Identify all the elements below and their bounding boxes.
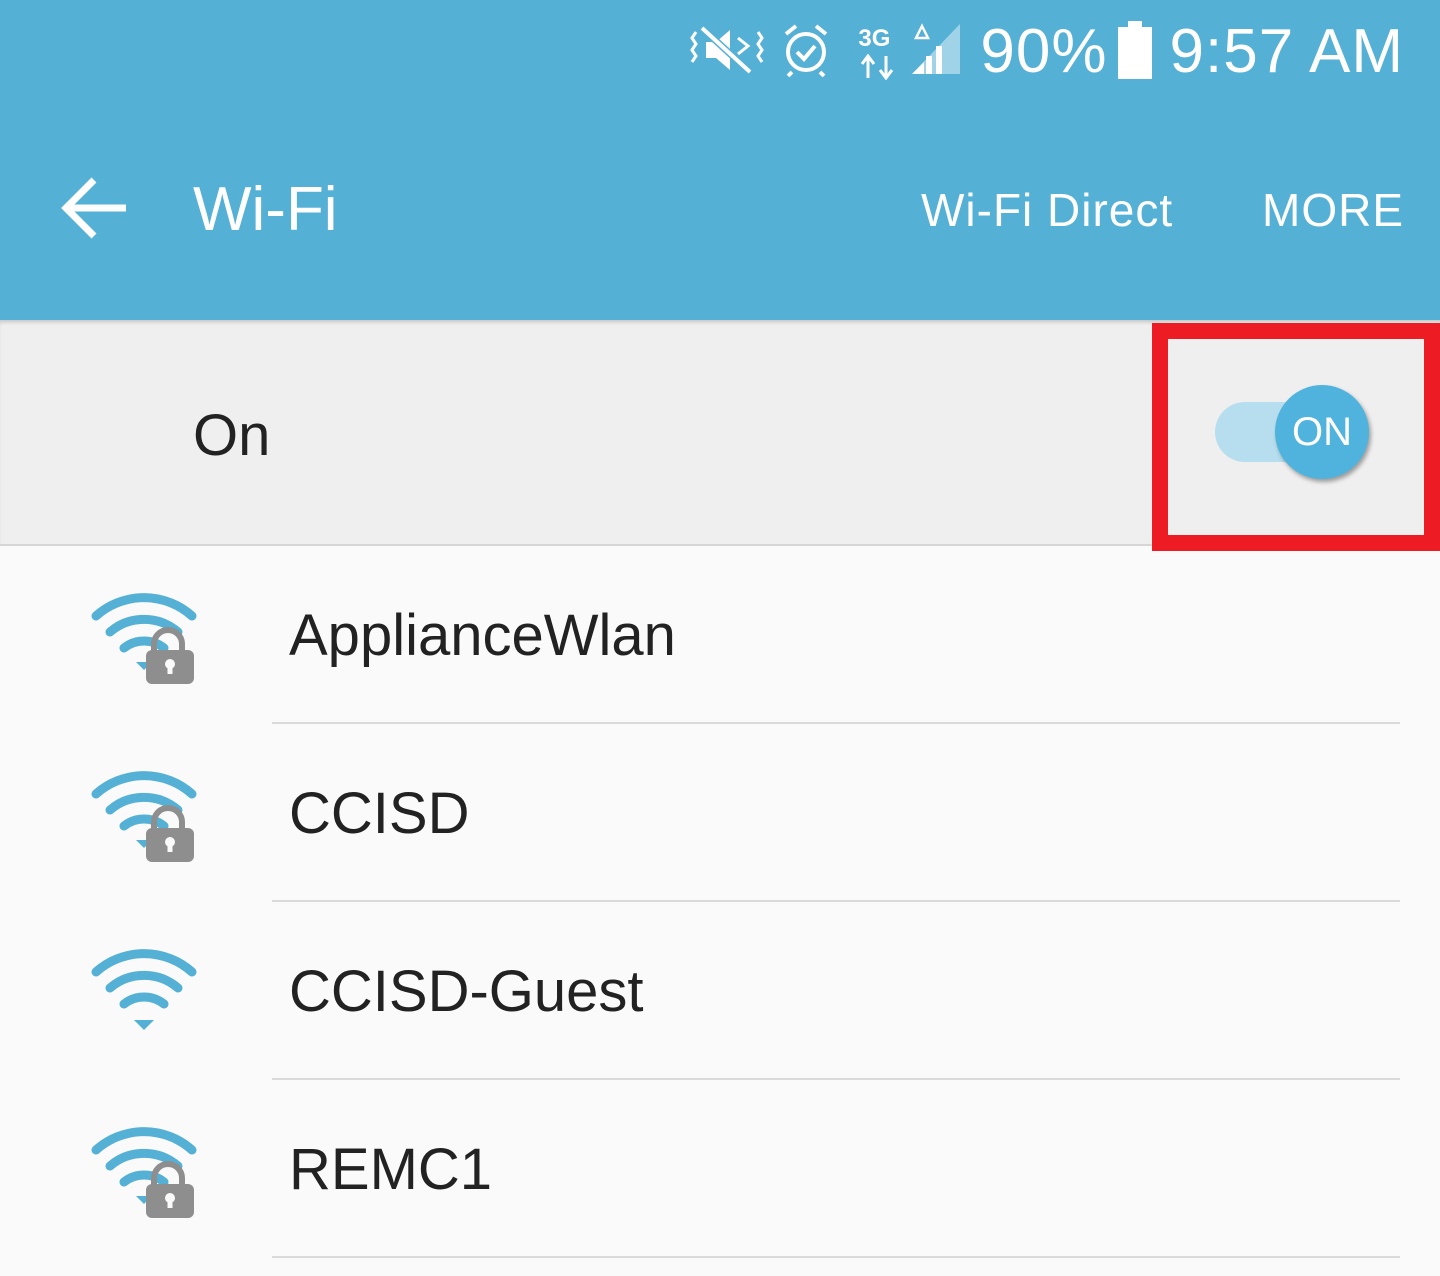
network-ssid: REMC1 <box>289 1137 493 1202</box>
network-item[interactable]: REMC1 <box>0 1080 1440 1258</box>
vibrate-mute-icon <box>690 22 765 83</box>
more-button[interactable]: MORE <box>1262 172 1404 248</box>
toggle-thumb: ON <box>1275 385 1369 479</box>
cell-signal-icon <box>910 22 962 83</box>
wifi-toggle[interactable]: ON <box>1215 385 1373 481</box>
status-icons: 3G 90% 9:57 AM <box>690 14 1404 90</box>
clock: 9:57 AM <box>1169 17 1404 86</box>
wifi-lock-icon <box>90 768 200 864</box>
network-ssid: CCISD-Guest <box>289 959 644 1024</box>
divider <box>272 1256 1400 1258</box>
network-item[interactable]: CCISD <box>0 724 1440 902</box>
network-ssid: ApplianceWlan <box>289 603 676 668</box>
wifi-lock-icon <box>90 590 200 686</box>
wifi-icon <box>90 946 200 1042</box>
wifi-state-label: On <box>193 403 271 468</box>
network-item[interactable]: CCISD-Guest <box>0 902 1440 1080</box>
network-item[interactable]: ApplianceWlan <box>0 546 1440 724</box>
network-type-label: 3G <box>858 25 891 52</box>
back-button[interactable] <box>56 170 136 250</box>
network-ssid: CCISD <box>289 781 470 846</box>
network-list: ApplianceWlan CCISD CCISD-Guest REMC1 <box>0 546 1440 1258</box>
alarm-icon <box>782 22 830 83</box>
status-bar: 3G 90% 9:57 AM <box>0 0 1440 104</box>
battery-icon <box>1117 20 1152 84</box>
3g-data-icon: 3G <box>858 22 898 82</box>
wifi-lock-icon <box>90 1124 200 1220</box>
arrow-back-icon <box>61 177 126 239</box>
page-title: Wi-Fi <box>193 175 338 244</box>
battery-percent: 90% <box>980 17 1108 86</box>
wifi-direct-button[interactable]: Wi-Fi Direct <box>921 172 1173 248</box>
